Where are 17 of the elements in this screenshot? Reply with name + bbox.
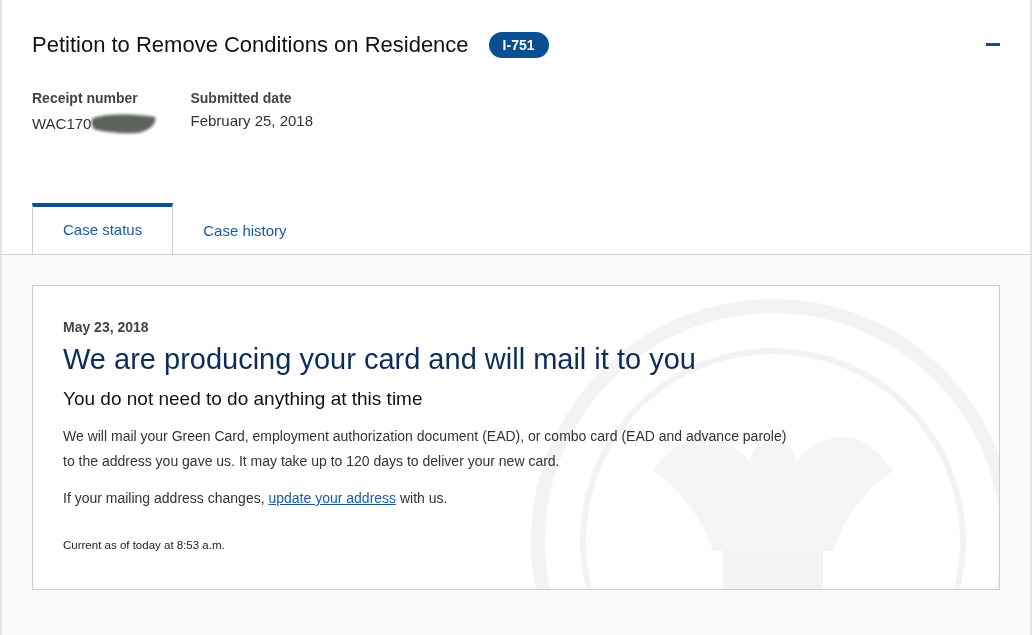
field-label: Submitted date	[190, 90, 293, 106]
address-note: If your mailing address changes, update your address with us.	[63, 489, 449, 508]
status-description: We will mail your Green Card, employment authorization document (EAD), or combo card (EAD and advance parole) to the address you gave us. It may take up to 120 days to deliver your new card.	[63, 427, 788, 471]
updated-time: Current as of today at 8:53 a.m.	[63, 539, 226, 551]
status-date: May 23, 2018	[63, 319, 150, 335]
form-badge: I-751	[488, 32, 549, 58]
redaction-mark	[91, 112, 158, 134]
minus-icon	[986, 43, 1000, 47]
tab[interactable]: Case history	[173, 203, 317, 255]
field-label: Receipt number	[32, 90, 139, 106]
field-value: February 25, 2018	[190, 112, 314, 129]
status-subheading: You do not need to do anything at this time	[63, 388, 424, 410]
field-value: WAC170	[32, 114, 92, 132]
update-address-link[interactable]: update your address	[268, 490, 397, 506]
case-title: Petition to Remove Conditions on Residence	[32, 32, 469, 58]
status-heading: We are producing your card and will mail it to you	[63, 343, 697, 376]
tab[interactable]: Case status	[32, 203, 174, 255]
